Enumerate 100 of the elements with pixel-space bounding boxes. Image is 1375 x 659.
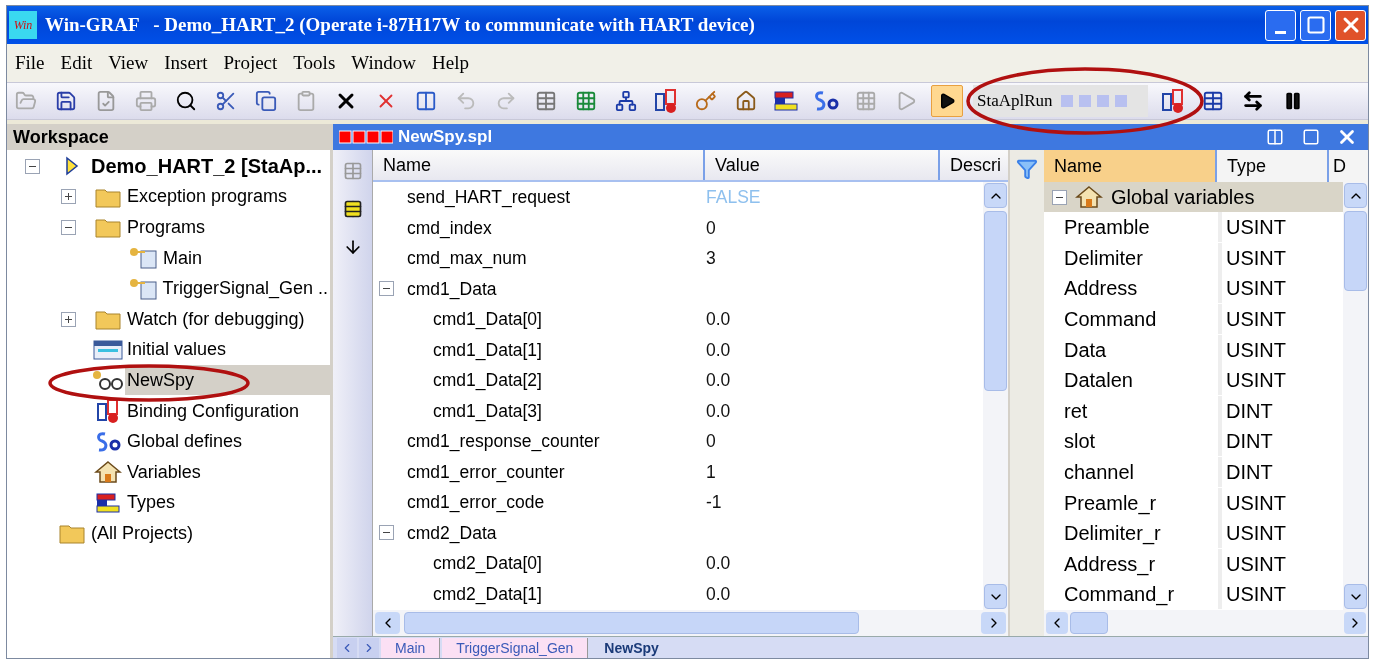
menu-item[interactable]: Insert [164, 48, 208, 78]
close-button[interactable] [1335, 9, 1366, 41]
variable-type: USINT [1225, 245, 1286, 271]
collapse-box[interactable] [25, 158, 40, 174]
variable-type: USINT [1225, 582, 1286, 608]
scroll-left-button[interactable] [1046, 612, 1068, 634]
variable-value: 0.0 [706, 399, 731, 423]
column-header[interactable]: Name [373, 150, 705, 180]
horizontal-scrollbar[interactable] [373, 610, 1008, 636]
scroll-down-button[interactable] [1344, 584, 1367, 609]
variable-name: send_HART_request [407, 186, 571, 210]
collapse-box[interactable] [1052, 189, 1067, 205]
editor-tab[interactable]: Main [381, 638, 441, 658]
tree-item[interactable]: TriggerSignal_Gen .. [160, 273, 330, 304]
scroll-up-button[interactable] [1344, 183, 1367, 208]
menu-item[interactable]: Tools [293, 48, 336, 78]
menu-item[interactable]: Edit [60, 48, 93, 78]
variable-name: cmd1_Data[1] [433, 338, 542, 363]
glasses-icon [92, 369, 124, 392]
editor-tab[interactable]: TriggerSignal_Gen [442, 638, 589, 658]
variable-type: USINT [1225, 521, 1286, 547]
run-toggle-button[interactable] [931, 85, 963, 117]
variable-name: cmd1_error_code [407, 491, 545, 515]
tree-item[interactable]: Initial values [125, 334, 229, 365]
maximize-icon [1305, 15, 1326, 35]
horizontal-scrollbar[interactable] [1044, 610, 1368, 636]
variable-value: 0.0 [706, 552, 731, 576]
column-header[interactable]: Value [705, 150, 940, 180]
tree-item[interactable]: Watch (for debugging) [125, 304, 307, 335]
tree-item[interactable]: Variables [125, 457, 203, 488]
status-text: StaAplRun [977, 90, 1053, 113]
key-document-icon [128, 276, 159, 301]
variable-name: slot [1044, 426, 1222, 457]
variable-name: cmd_max_num [407, 247, 527, 271]
variable-name: cmd1_Data[0] [433, 308, 542, 332]
table-icon [93, 338, 123, 361]
menu-item[interactable]: File [15, 48, 45, 78]
column-header[interactable]: Name [1044, 150, 1217, 182]
menu-item[interactable]: Window [351, 48, 416, 78]
scroll-down-button[interactable] [984, 584, 1007, 609]
minimize-button[interactable] [1265, 9, 1296, 41]
variable-type: USINT [1225, 215, 1286, 241]
variable-name: Preamble [1044, 212, 1222, 243]
column-header[interactable]: D [1329, 150, 1368, 182]
maximize-button[interactable] [1300, 9, 1331, 41]
scroll-right-button[interactable] [981, 612, 1006, 634]
tree-item[interactable]: Programs [125, 212, 208, 243]
variable-name: channel [1044, 457, 1222, 488]
expand-box[interactable] [61, 189, 76, 205]
variable-value: 0 [706, 430, 716, 454]
tab-scroll-right[interactable] [359, 638, 379, 658]
tree-item[interactable]: NewSpy [125, 365, 330, 396]
tree-item[interactable]: Global defines [125, 426, 245, 457]
tree-item[interactable]: Exception programs [125, 181, 290, 212]
scroll-left-button[interactable] [375, 612, 400, 634]
menu-item[interactable]: Help [432, 48, 469, 78]
collapse-box[interactable] [61, 220, 76, 235]
variable-type: USINT [1225, 490, 1286, 516]
variable-value: -1 [706, 491, 722, 515]
variable-name: cmd1_Data [407, 277, 497, 302]
folder-icon [59, 522, 85, 545]
variable-value: 3 [706, 247, 716, 271]
variable-name: cmd2_Data [407, 521, 497, 546]
tree-item[interactable]: Main [161, 243, 204, 274]
variable-name: Datalen [1044, 365, 1222, 396]
variable-value: FALSE [706, 186, 761, 210]
variable-name: cmd1_response_counter [407, 430, 600, 454]
tree-item[interactable]: Types [125, 487, 178, 518]
collapse-box[interactable] [379, 281, 394, 297]
variable-value: 0.0 [706, 369, 731, 393]
vertical-scrollbar[interactable] [983, 182, 1008, 610]
document-title: NewSpy.spl [398, 126, 493, 149]
column-header[interactable]: Descri [940, 150, 1008, 180]
tree-item[interactable]: Binding Configuration [125, 396, 302, 427]
panel-title: Workspace [13, 125, 109, 149]
scrollbar-thumb[interactable] [1344, 211, 1367, 291]
variable-name: Delimiter [1044, 242, 1222, 273]
variable-value: 0.0 [706, 338, 731, 362]
collapse-box[interactable] [379, 525, 394, 541]
vertical-scrollbar[interactable] [1343, 182, 1368, 610]
tree-item[interactable]: (All Projects) [89, 518, 195, 549]
variable-name: Preamle_r [1044, 487, 1222, 518]
variable-name: cmd1_error_counter [407, 460, 565, 485]
variable-type: USINT [1225, 337, 1286, 363]
scroll-right-button[interactable] [1344, 612, 1366, 634]
scrollbar-thumb[interactable] [984, 211, 1007, 391]
tree-item[interactable]: Demo_HART_2 [StaAp... [89, 151, 325, 182]
variable-type: USINT [1225, 551, 1286, 577]
types-icon [95, 491, 121, 514]
variable-name: cmd_index [407, 216, 492, 241]
menu-item[interactable]: Project [223, 48, 278, 78]
scrollbar-thumb[interactable] [404, 612, 859, 634]
variable-name: Delimiter_r [1044, 518, 1222, 549]
scroll-up-button[interactable] [984, 183, 1007, 208]
expand-box[interactable] [61, 311, 76, 327]
menu-item[interactable]: View [108, 48, 149, 78]
variable-name: Address_r [1044, 548, 1222, 579]
tab-scroll-left[interactable] [337, 638, 357, 658]
scrollbar-thumb[interactable] [1070, 612, 1108, 634]
variable-name: cmd1_Data[3] [433, 399, 542, 424]
